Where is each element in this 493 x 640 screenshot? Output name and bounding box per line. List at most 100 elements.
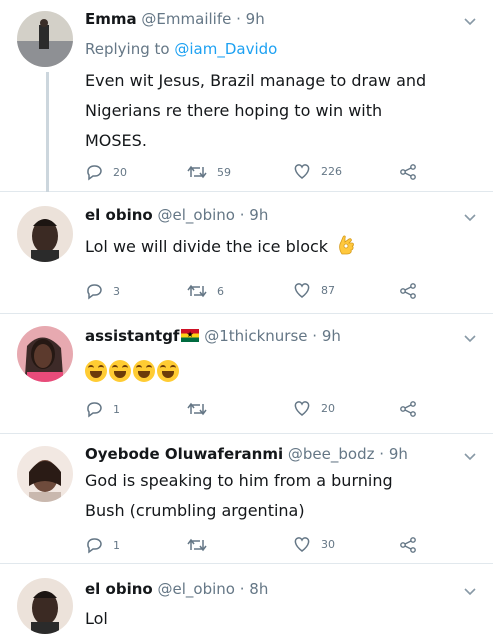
tweet-text-line: Nigerians re there hoping to win with	[85, 101, 383, 120]
retweet-icon	[187, 538, 207, 552]
display-name[interactable]: assistantgf	[85, 327, 179, 345]
tweet-actions: 1 20	[85, 400, 445, 422]
user-handle[interactable]: @1thicknurse	[204, 327, 307, 345]
replying-to-label: Replying to	[85, 40, 170, 58]
share-icon	[400, 537, 416, 553]
share-button[interactable]	[399, 282, 417, 300]
tweet-actions: 20 59 226	[85, 163, 445, 185]
like-count: 226	[321, 165, 342, 178]
reply-button[interactable]: 1	[85, 536, 120, 554]
separator-dot: ·	[236, 10, 241, 28]
timestamp[interactable]: 9h	[322, 327, 341, 345]
tweet-header: assistantgf @1thicknurse · 9h	[85, 327, 341, 345]
ghana-flag-icon	[181, 329, 200, 342]
share-button[interactable]	[399, 400, 417, 418]
reply-count: 20	[113, 165, 127, 179]
ok-hand-emoji-icon	[339, 235, 355, 255]
reply-button[interactable]: 3	[85, 282, 120, 300]
timestamp[interactable]: 9h	[249, 206, 268, 224]
timestamp[interactable]: 8h	[249, 580, 268, 598]
retweet-count: 6	[217, 284, 224, 298]
thread-line	[46, 72, 49, 192]
tweet-header: Emma @Emmailife · 9h	[85, 10, 265, 28]
tweet[interactable]: el obino @el_obino · 8h Lol	[0, 564, 493, 640]
reply-button[interactable]: 1	[85, 400, 120, 418]
display-name[interactable]: Emma	[85, 10, 137, 28]
retweet-icon	[187, 284, 207, 298]
display-name[interactable]: el obino	[85, 580, 153, 598]
avatar[interactable]	[17, 578, 73, 634]
heart-icon	[294, 283, 310, 298]
like-button[interactable]: 87	[293, 282, 335, 299]
like-button[interactable]: 20	[293, 400, 335, 417]
tears-of-joy-emoji-icon	[85, 359, 107, 382]
retweet-button[interactable]	[187, 400, 207, 418]
like-count: 30	[321, 538, 335, 551]
retweet-count: 59	[217, 165, 231, 179]
tweet-header: Oyebode Oluwaferanmi @bee_bodz · 9h	[85, 445, 408, 463]
reply-icon	[87, 538, 102, 554]
reply-count: 1	[113, 538, 120, 552]
display-name[interactable]: Oyebode Oluwaferanmi	[85, 445, 283, 463]
chevron-down-icon[interactable]	[463, 584, 477, 598]
tweet-actions: 3 6 87	[85, 282, 445, 304]
tears-of-joy-emoji-icon	[109, 359, 131, 382]
avatar[interactable]	[17, 206, 73, 262]
share-icon	[400, 164, 416, 180]
chevron-down-icon[interactable]	[463, 210, 477, 224]
retweet-icon	[187, 165, 207, 179]
avatar[interactable]	[17, 11, 73, 67]
replying-to-link[interactable]: @iam_Davido	[174, 40, 277, 58]
display-name[interactable]: el obino	[85, 206, 153, 224]
timestamp[interactable]: 9h	[246, 10, 265, 28]
heart-icon	[294, 164, 310, 179]
tweet[interactable]: assistantgf @1thicknurse · 9h 1 20	[0, 314, 493, 434]
tweet-text: God is speaking to him from a burning Bu…	[85, 466, 480, 526]
like-count: 20	[321, 402, 335, 415]
retweet-icon	[187, 402, 207, 416]
tweet[interactable]: Emma @Emmailife · 9h Replying to @iam_Da…	[0, 0, 493, 192]
tweet-header: el obino @el_obino · 8h	[85, 580, 268, 598]
user-handle[interactable]: @Emmailife	[141, 10, 231, 28]
replying-to: Replying to @iam_Davido	[85, 40, 277, 58]
tweet-text: Lol we will divide the ice block	[85, 232, 480, 262]
chevron-down-icon[interactable]	[463, 14, 477, 28]
reply-count: 3	[113, 284, 120, 298]
like-button[interactable]: 226	[293, 163, 342, 180]
tweet-text-line: Lol we will divide the ice block	[85, 237, 329, 256]
user-handle[interactable]: @el_obino	[158, 206, 235, 224]
chevron-down-icon[interactable]	[463, 331, 477, 345]
tears-of-joy-emoji-icon	[157, 359, 179, 382]
share-button[interactable]	[399, 163, 417, 181]
tweet-text-line: MOSES.	[85, 131, 147, 150]
retweet-button[interactable]	[187, 536, 207, 554]
chevron-down-icon[interactable]	[463, 449, 477, 463]
tweet-text	[85, 358, 480, 382]
reply-button[interactable]: 20	[85, 163, 127, 181]
like-count: 87	[321, 284, 335, 297]
timestamp[interactable]: 9h	[389, 445, 408, 463]
heart-icon	[294, 537, 310, 552]
tweet-text-line: God is speaking to him from a burning	[85, 471, 393, 490]
separator-dot: ·	[379, 445, 385, 463]
heart-icon	[294, 401, 310, 416]
retweet-button[interactable]: 6	[187, 282, 224, 300]
tweet-text: Even wit Jesus, Brazil manage to draw an…	[85, 66, 480, 156]
retweet-button[interactable]: 59	[187, 163, 231, 181]
share-button[interactable]	[399, 536, 417, 554]
reply-icon	[87, 165, 102, 181]
like-button[interactable]: 30	[293, 536, 335, 553]
tweet-text-line: Bush (crumbling argentina)	[85, 501, 305, 520]
user-handle[interactable]: @bee_bodz	[288, 445, 375, 463]
share-icon	[400, 401, 416, 417]
tweet[interactable]: Oyebode Oluwaferanmi @bee_bodz · 9h God …	[0, 434, 493, 564]
reply-icon	[87, 402, 102, 418]
tweet[interactable]: el obino @el_obino · 9h Lol we will divi…	[0, 192, 493, 314]
avatar[interactable]	[17, 446, 73, 502]
tears-of-joy-emoji-icon	[133, 359, 155, 382]
tweet-text: Lol	[85, 604, 480, 634]
user-handle[interactable]: @el_obino	[158, 580, 235, 598]
avatar[interactable]	[17, 326, 73, 382]
separator-dot: ·	[239, 206, 245, 224]
share-icon	[400, 283, 416, 299]
